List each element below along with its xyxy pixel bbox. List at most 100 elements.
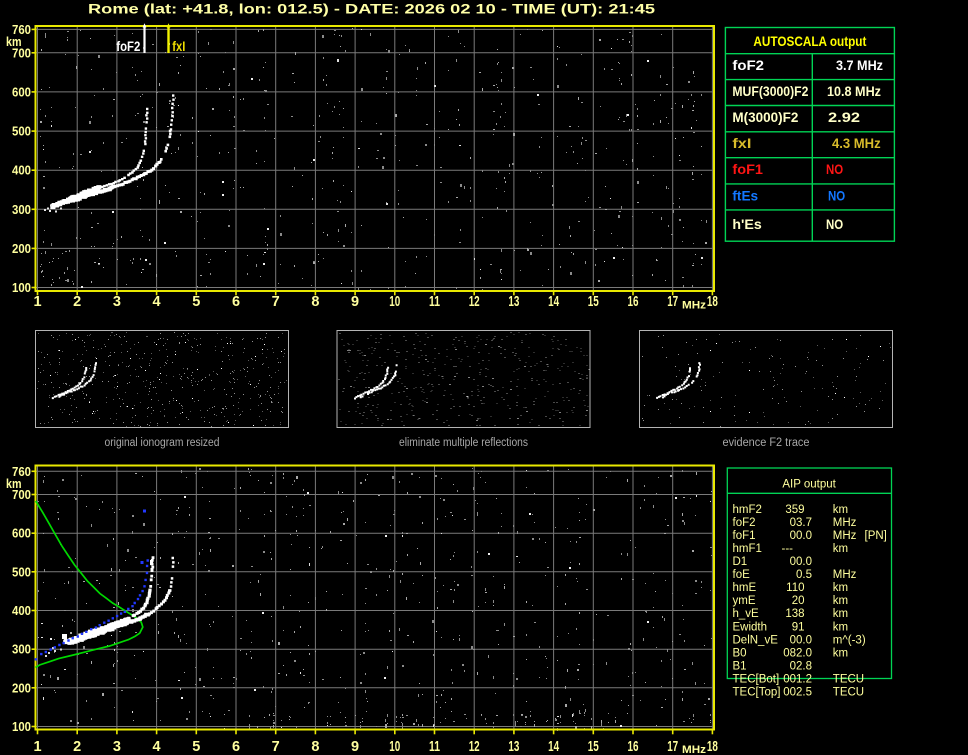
- svg-text:13: 13: [508, 739, 519, 755]
- svg-text:400: 400: [12, 163, 31, 178]
- svg-text:17: 17: [667, 739, 678, 755]
- svg-text:14: 14: [548, 294, 559, 310]
- svg-text:600: 600: [12, 526, 31, 541]
- svg-text:foF2: foF2: [733, 517, 756, 529]
- svg-text:13: 13: [508, 294, 519, 310]
- svg-text:16: 16: [628, 739, 639, 755]
- svg-text:300: 300: [12, 642, 31, 657]
- svg-text:200: 200: [12, 241, 31, 256]
- svg-text:00.0: 00.0: [790, 556, 812, 568]
- svg-text:200: 200: [12, 680, 31, 695]
- svg-text:ftEs: ftEs: [732, 188, 758, 203]
- svg-text:400: 400: [12, 603, 31, 618]
- svg-text:138: 138: [785, 608, 804, 620]
- svg-text:AUTOSCALA output: AUTOSCALA output: [753, 34, 866, 49]
- svg-text:evidence F2 trace: evidence F2 trace: [723, 437, 810, 449]
- svg-text:00.0: 00.0: [790, 634, 812, 646]
- svg-text:hmF2: hmF2: [733, 504, 762, 516]
- svg-text:002.5: 002.5: [783, 686, 812, 698]
- svg-text:foF2: foF2: [732, 58, 764, 73]
- svg-text:7: 7: [272, 294, 280, 310]
- svg-text:m^(-3): m^(-3): [833, 634, 866, 646]
- svg-text:16: 16: [628, 294, 639, 310]
- svg-text:km: km: [833, 608, 848, 620]
- svg-text:300: 300: [12, 202, 31, 217]
- svg-text:TECU: TECU: [833, 673, 864, 685]
- svg-text:NO: NO: [826, 162, 843, 177]
- svg-text:D1: D1: [733, 556, 748, 568]
- svg-text:4: 4: [153, 294, 161, 310]
- svg-text:17: 17: [667, 294, 678, 310]
- svg-text:1: 1: [33, 294, 41, 310]
- svg-text:MHz: MHz: [833, 530, 857, 542]
- svg-text:NO: NO: [828, 188, 845, 203]
- svg-text:---: ---: [782, 543, 794, 555]
- svg-text:082.0: 082.0: [783, 647, 812, 659]
- svg-text:km: km: [833, 647, 848, 659]
- svg-text:00.0: 00.0: [790, 530, 812, 542]
- svg-text:NO: NO: [826, 217, 843, 232]
- svg-text:km: km: [6, 34, 22, 49]
- svg-text:foE: foE: [733, 569, 751, 581]
- svg-text:5: 5: [192, 739, 200, 755]
- svg-text:eliminate multiple reflections: eliminate multiple reflections: [399, 437, 528, 449]
- svg-text:15: 15: [588, 294, 599, 310]
- svg-text:km: km: [6, 476, 22, 491]
- svg-text:100: 100: [12, 280, 31, 295]
- svg-text:91: 91: [792, 621, 805, 633]
- svg-text:2.92: 2.92: [828, 110, 860, 125]
- svg-text:1: 1: [33, 739, 41, 755]
- svg-text:hmE: hmE: [733, 582, 757, 594]
- svg-text:4.3 MHz: 4.3 MHz: [832, 136, 881, 151]
- svg-text:Ewidth: Ewidth: [733, 621, 768, 633]
- svg-text:12: 12: [469, 739, 480, 755]
- svg-text:km: km: [833, 621, 848, 633]
- svg-text:[PN]: [PN]: [865, 530, 887, 542]
- svg-text:11: 11: [429, 739, 440, 755]
- svg-text:TEC[Top]: TEC[Top]: [733, 686, 781, 698]
- svg-text:18: 18: [707, 294, 718, 310]
- svg-text:10.8 MHz: 10.8 MHz: [827, 84, 881, 99]
- svg-text:hmF1: hmF1: [733, 543, 762, 555]
- svg-text:10: 10: [389, 294, 400, 310]
- svg-text:2: 2: [73, 739, 81, 755]
- svg-text:TECU: TECU: [833, 686, 864, 698]
- svg-text:4: 4: [153, 739, 161, 755]
- svg-text:Rome (lat: +41.8, lon: 012.5): Rome (lat: +41.8, lon: 012.5) - DATE: 20…: [88, 2, 656, 17]
- svg-text:km: km: [833, 595, 848, 607]
- svg-text:8: 8: [311, 739, 319, 755]
- svg-text:km: km: [833, 582, 848, 594]
- svg-text:8: 8: [311, 294, 319, 310]
- svg-text:2: 2: [73, 294, 81, 310]
- svg-text:9: 9: [351, 739, 359, 755]
- svg-text:h'Es: h'Es: [732, 217, 761, 232]
- svg-text:foF1: foF1: [733, 530, 756, 542]
- svg-text:001.2: 001.2: [783, 673, 812, 685]
- svg-text:500: 500: [12, 564, 31, 579]
- svg-text:3: 3: [113, 294, 121, 310]
- svg-text:15: 15: [588, 739, 599, 755]
- svg-text:3.7 MHz: 3.7 MHz: [836, 58, 883, 73]
- svg-text:600: 600: [12, 84, 31, 99]
- svg-text:km: km: [833, 543, 848, 555]
- svg-text:MHz: MHz: [833, 517, 857, 529]
- svg-text:6: 6: [232, 739, 240, 755]
- svg-text:100: 100: [12, 719, 31, 734]
- svg-text:fxI: fxI: [732, 136, 751, 151]
- svg-text:110: 110: [786, 582, 804, 594]
- svg-text:B0: B0: [733, 647, 747, 659]
- svg-text:B1: B1: [733, 660, 747, 672]
- svg-text:M(3000)F2: M(3000)F2: [732, 110, 798, 125]
- svg-text:9: 9: [351, 294, 359, 310]
- svg-text:foF2: foF2: [116, 39, 140, 54]
- svg-text:DelN_vE: DelN_vE: [733, 634, 779, 646]
- svg-text:500: 500: [12, 124, 31, 139]
- svg-text:5: 5: [192, 294, 200, 310]
- svg-text:MHz: MHz: [682, 300, 707, 312]
- svg-text:12: 12: [469, 294, 480, 310]
- svg-text:MUF(3000)F2: MUF(3000)F2: [732, 84, 808, 99]
- svg-text:10: 10: [389, 739, 400, 755]
- svg-text:original ionogram resized: original ionogram resized: [105, 437, 220, 449]
- svg-text:MHz: MHz: [682, 744, 707, 755]
- svg-text:fxI: fxI: [172, 39, 185, 54]
